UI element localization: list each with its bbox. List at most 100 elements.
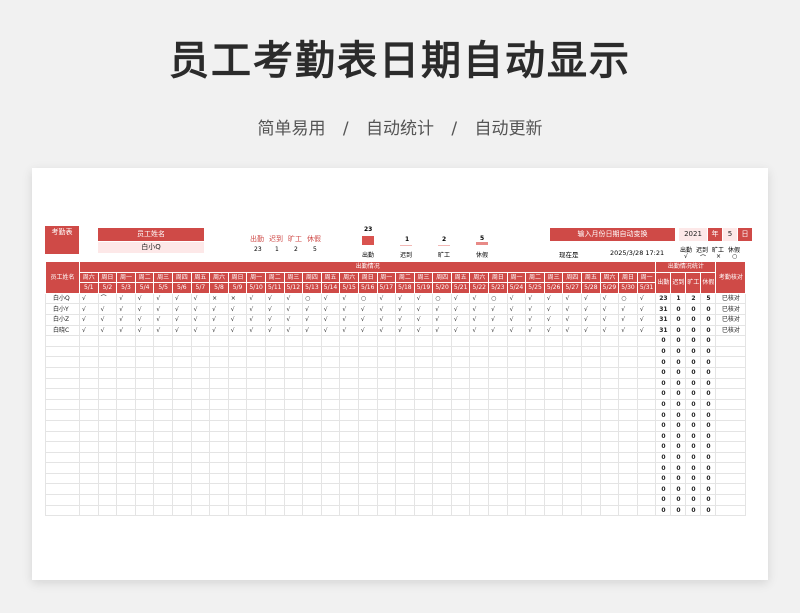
attendance-mark-cell[interactable] — [450, 504, 471, 517]
attendance-mark-cell[interactable]: √ — [525, 303, 545, 315]
attendance-mark-cell[interactable] — [376, 494, 397, 506]
attendance-mark-cell[interactable] — [581, 345, 601, 358]
attendance-mark-cell[interactable]: √ — [450, 324, 471, 337]
attendance-mark-cell[interactable]: √ — [413, 292, 434, 305]
attendance-mark-cell[interactable] — [171, 441, 192, 453]
attendance-mark-cell[interactable] — [283, 441, 304, 453]
attendance-mark-cell[interactable] — [79, 345, 99, 358]
attendance-mark-cell[interactable] — [190, 483, 211, 496]
attendance-mark-cell[interactable] — [543, 472, 564, 485]
attendance-mark-cell[interactable]: ○ — [432, 292, 452, 305]
attendance-mark-cell[interactable] — [339, 472, 359, 485]
attendance-mark-cell[interactable] — [320, 430, 341, 443]
attendance-mark-cell[interactable] — [413, 345, 434, 358]
attendance-mark-cell[interactable] — [134, 451, 155, 464]
attendance-mark-cell[interactable] — [302, 377, 322, 390]
attendance-mark-cell[interactable] — [506, 335, 527, 347]
attendance-mark-cell[interactable] — [171, 398, 192, 411]
attendance-mark-cell[interactable] — [543, 504, 564, 517]
attendance-mark-cell[interactable] — [264, 409, 285, 421]
attendance-mark-cell[interactable] — [506, 388, 527, 400]
attendance-mark-cell[interactable]: √ — [599, 313, 620, 326]
attendance-mark-cell[interactable] — [413, 472, 434, 485]
attendance-mark-cell[interactable] — [543, 335, 564, 347]
employee-name-cell[interactable] — [45, 494, 80, 506]
attendance-mark-cell[interactable] — [618, 366, 638, 379]
attendance-mark-cell[interactable] — [488, 356, 508, 368]
attendance-mark-cell[interactable] — [97, 494, 118, 506]
attendance-mark-cell[interactable] — [79, 419, 99, 432]
attendance-mark-cell[interactable]: √ — [171, 324, 192, 337]
attendance-mark-cell[interactable] — [413, 356, 434, 368]
attendance-mark-cell[interactable]: √ — [283, 303, 304, 315]
attendance-mark-cell[interactable] — [525, 335, 545, 347]
attendance-mark-cell[interactable] — [357, 451, 378, 464]
attendance-mark-cell[interactable] — [302, 388, 322, 400]
attendance-mark-cell[interactable] — [339, 377, 359, 390]
attendance-mark-cell[interactable]: √ — [283, 313, 304, 326]
attendance-mark-cell[interactable] — [227, 345, 248, 358]
attendance-mark-cell[interactable]: √ — [320, 303, 341, 315]
attendance-mark-cell[interactable] — [432, 377, 452, 390]
attendance-mark-cell[interactable] — [227, 472, 248, 485]
attendance-mark-cell[interactable] — [339, 366, 359, 379]
attendance-mark-cell[interactable] — [97, 483, 118, 496]
attendance-mark-cell[interactable] — [79, 335, 99, 347]
attendance-mark-cell[interactable]: √ — [562, 303, 583, 315]
attendance-mark-cell[interactable]: ○ — [302, 292, 322, 305]
attendance-mark-cell[interactable]: √ — [469, 292, 490, 305]
attendance-mark-cell[interactable]: √ — [97, 313, 118, 326]
attendance-mark-cell[interactable] — [636, 494, 657, 506]
attendance-mark-cell[interactable] — [283, 398, 304, 411]
attendance-mark-cell[interactable] — [581, 377, 601, 390]
attendance-mark-cell[interactable]: √ — [153, 324, 173, 337]
attendance-mark-cell[interactable] — [246, 398, 266, 411]
attendance-mark-cell[interactable] — [209, 430, 229, 443]
attendance-mark-cell[interactable]: √ — [153, 292, 173, 305]
attendance-mark-cell[interactable] — [395, 494, 415, 506]
attendance-mark-cell[interactable]: √ — [469, 313, 490, 326]
attendance-mark-cell[interactable]: √ — [79, 324, 99, 337]
attendance-mark-cell[interactable] — [376, 451, 397, 464]
attendance-mark-cell[interactable] — [488, 366, 508, 379]
attendance-mark-cell[interactable] — [395, 441, 415, 453]
check-status-cell[interactable] — [715, 430, 747, 443]
attendance-mark-cell[interactable] — [134, 462, 155, 474]
attendance-mark-cell[interactable]: √ — [264, 324, 285, 337]
attendance-mark-cell[interactable] — [562, 388, 583, 400]
attendance-mark-cell[interactable]: √ — [227, 313, 248, 326]
attendance-mark-cell[interactable]: √ — [357, 324, 378, 337]
attendance-mark-cell[interactable] — [488, 483, 508, 496]
attendance-mark-cell[interactable] — [320, 409, 341, 421]
attendance-mark-cell[interactable] — [320, 462, 341, 474]
attendance-mark-cell[interactable] — [599, 504, 620, 517]
attendance-mark-cell[interactable] — [171, 388, 192, 400]
attendance-mark-cell[interactable] — [190, 504, 211, 517]
attendance-mark-cell[interactable] — [562, 409, 583, 421]
attendance-mark-cell[interactable]: √ — [636, 303, 657, 315]
attendance-mark-cell[interactable]: √ — [339, 313, 359, 326]
attendance-mark-cell[interactable] — [599, 356, 620, 368]
attendance-mark-cell[interactable]: √ — [506, 313, 527, 326]
year-input[interactable]: 2021 — [679, 228, 707, 241]
attendance-mark-cell[interactable] — [506, 366, 527, 379]
check-status-cell[interactable] — [715, 398, 747, 411]
attendance-mark-cell[interactable] — [134, 430, 155, 443]
attendance-mark-cell[interactable] — [171, 419, 192, 432]
attendance-mark-cell[interactable] — [283, 388, 304, 400]
attendance-mark-cell[interactable]: √ — [134, 303, 155, 315]
attendance-mark-cell[interactable]: √ — [488, 313, 508, 326]
attendance-mark-cell[interactable]: √ — [302, 303, 322, 315]
attendance-mark-cell[interactable] — [432, 345, 452, 358]
attendance-mark-cell[interactable] — [469, 398, 490, 411]
attendance-mark-cell[interactable] — [264, 335, 285, 347]
attendance-mark-cell[interactable] — [562, 419, 583, 432]
attendance-mark-cell[interactable] — [134, 472, 155, 485]
attendance-mark-cell[interactable] — [79, 430, 99, 443]
attendance-mark-cell[interactable] — [190, 345, 211, 358]
attendance-mark-cell[interactable]: × — [209, 292, 229, 305]
attendance-mark-cell[interactable] — [488, 504, 508, 517]
attendance-mark-cell[interactable] — [543, 441, 564, 453]
attendance-mark-cell[interactable] — [376, 430, 397, 443]
attendance-mark-cell[interactable] — [413, 504, 434, 517]
